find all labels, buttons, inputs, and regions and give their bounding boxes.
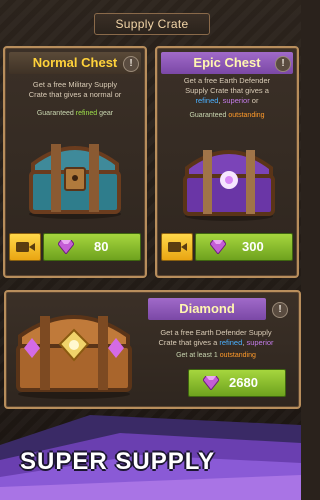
guarantee-suffix: gear [97, 110, 114, 117]
normal-chest-buy-button[interactable]: 80 [43, 233, 141, 261]
desc-line: Supply Crate that gives a [185, 86, 269, 95]
desc-line: refined, superior or [163, 96, 291, 106]
normal-chest-title: Normal Chest [9, 52, 141, 74]
diamond-chest-description: Get a free Earth Defender Supply Crate t… [136, 328, 296, 348]
diamond-chest-buy-button[interactable]: 2680 [188, 369, 286, 397]
desc-suffix: or [249, 96, 259, 105]
diamond-chest-card: Diamond ! Get a free Earth Defender Supp… [4, 290, 301, 409]
epic-chest-buy-button[interactable]: 300 [195, 233, 293, 261]
epic-chest-title: Epic Chest [161, 52, 293, 74]
epic-chest-guarantee: Guaranteed outstanding [163, 112, 291, 119]
video-camera-icon [16, 242, 35, 252]
epic-chest-icon [183, 150, 275, 221]
price-label: 300 [242, 239, 264, 254]
desc-line: Get a free Military Supply [32, 80, 118, 89]
desc-line: Get a free Earth Defender [183, 76, 271, 85]
watch-ad-button[interactable] [161, 233, 193, 261]
quality-refined: refined [195, 96, 219, 105]
diamond-chest-title: Diamond [148, 298, 266, 320]
info-icon[interactable]: ! [272, 302, 288, 318]
desc-prefix: Crate that gives a [158, 338, 220, 347]
video-camera-icon [168, 242, 187, 252]
normal-chest-icon [29, 144, 121, 219]
guarantee-quality: outstanding [219, 352, 256, 359]
info-icon[interactable]: ! [275, 56, 291, 72]
watch-ad-button[interactable] [9, 233, 41, 261]
guarantee-quality: refined [75, 110, 98, 117]
gem-icon [210, 240, 226, 254]
diamond-chest-guarantee: Get at least 1 outstanding [156, 352, 276, 359]
price-label: 80 [94, 239, 109, 254]
info-icon[interactable]: ! [123, 56, 139, 72]
banner-title: SUPER SUPPLY [20, 448, 216, 475]
gem-icon [203, 376, 219, 390]
guarantee-prefix: Guaranteed [36, 110, 76, 117]
quality-superior: superior [222, 96, 250, 105]
guarantee-prefix: Guaranteed [189, 112, 229, 119]
guarantee-prefix: Get at least 1 [176, 352, 220, 359]
normal-chest-card: Normal Chest ! Get a free Military Suppl… [3, 46, 147, 278]
price-label: 2680 [229, 375, 258, 390]
diamond-chest-icon [16, 315, 132, 399]
page-title: Supply Crate [94, 13, 210, 35]
desc-line: Crate that gives a normal or [28, 90, 122, 99]
normal-chest-description: Get a free Military Supply Crate that gi… [11, 80, 139, 100]
desc-line: Get a free Earth Defender Supply [160, 328, 272, 337]
epic-chest-description: Get a free Earth Defender Supply Crate t… [163, 76, 291, 106]
quality-refined: refined [219, 338, 243, 347]
normal-chest-guarantee: Guaranteed refined gear [11, 110, 139, 117]
gem-icon [58, 240, 74, 254]
epic-chest-card: Epic Chest ! Get a free Earth Defender S… [155, 46, 299, 278]
desc-line: Crate that gives a refined, superior [136, 338, 296, 348]
guarantee-quality: outstanding [228, 112, 265, 119]
quality-superior: superior [246, 338, 274, 347]
